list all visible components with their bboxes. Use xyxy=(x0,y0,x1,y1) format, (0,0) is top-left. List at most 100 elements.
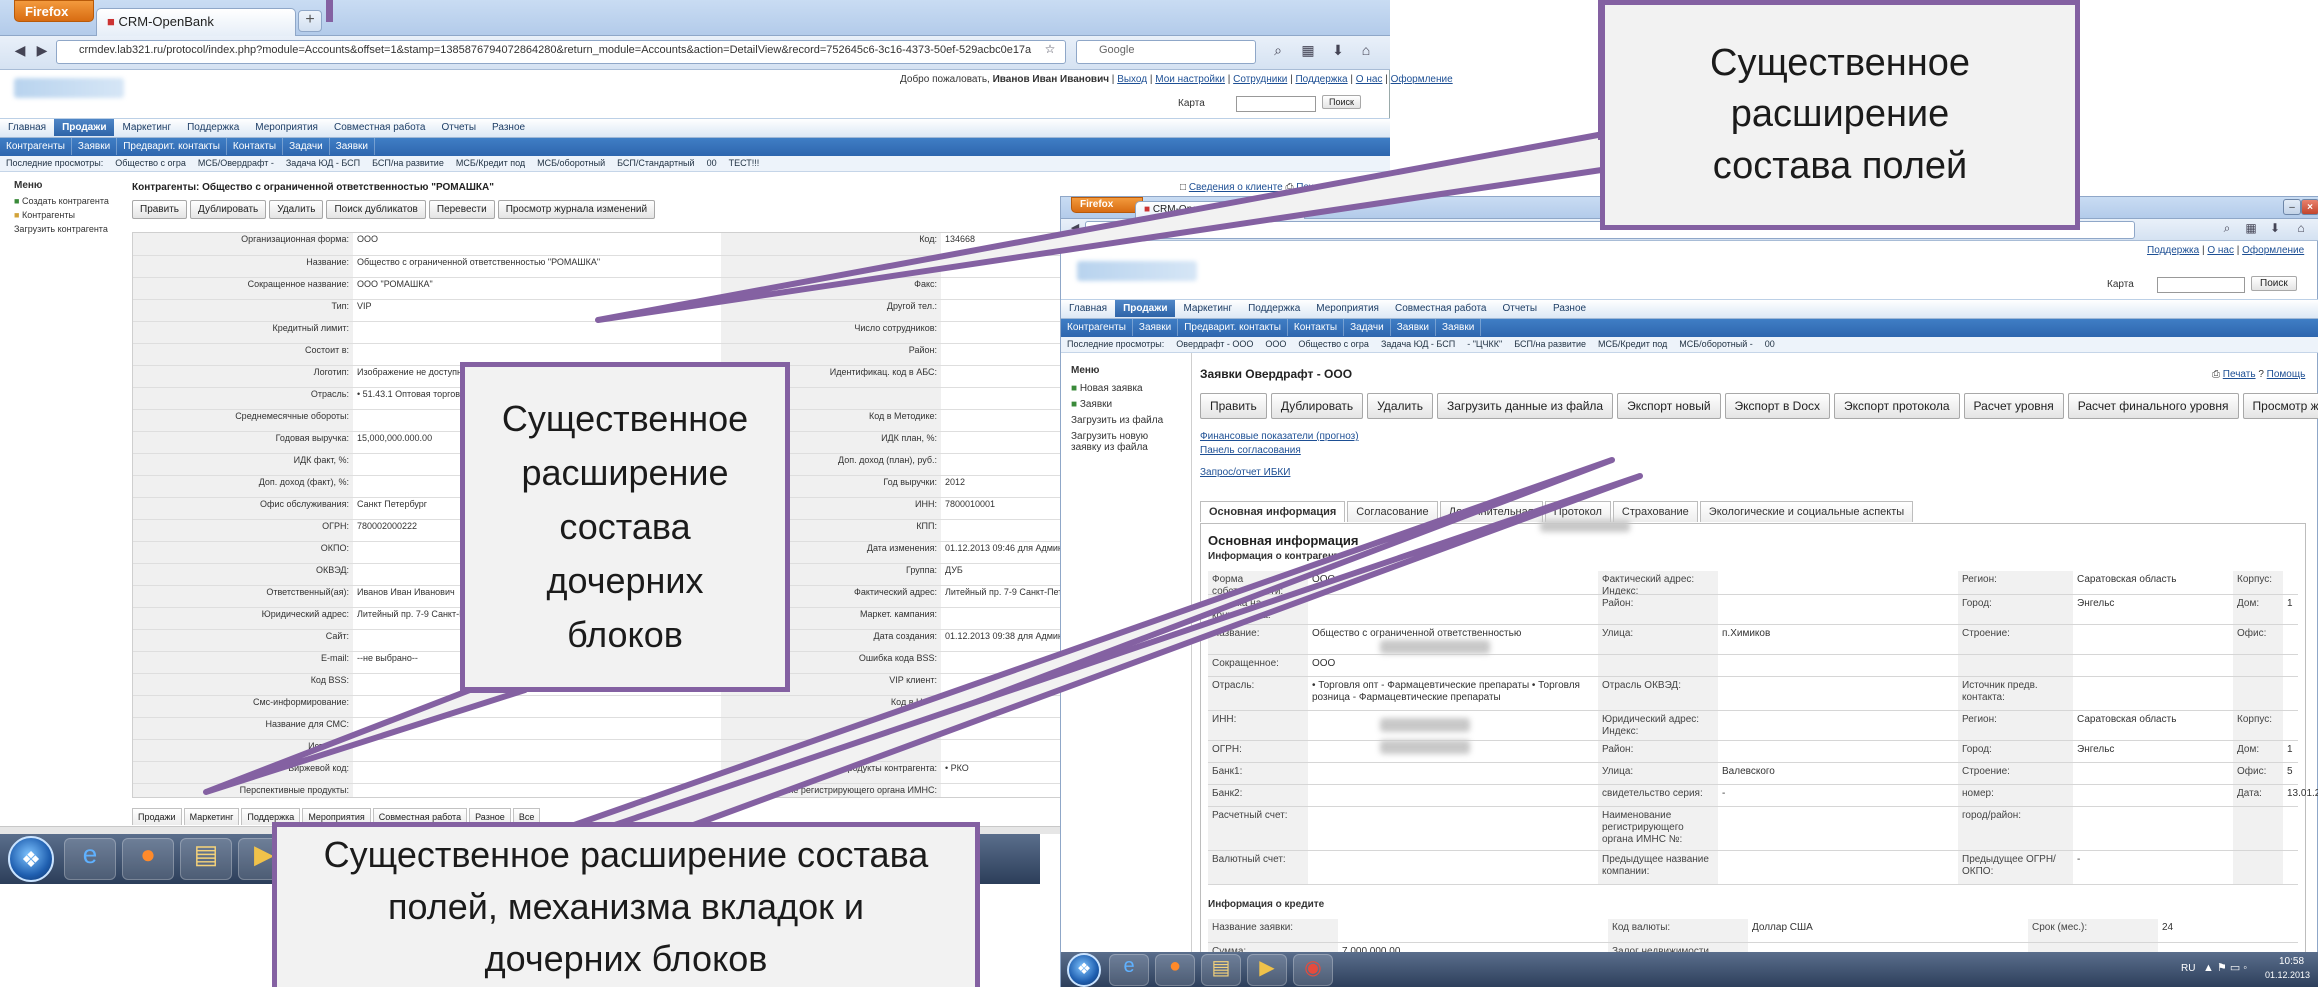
nav-events[interactable]: Мероприятия xyxy=(247,119,326,136)
subnav-contacts[interactable]: Контакты xyxy=(1288,319,1345,336)
download-icon[interactable]: ⬇ xyxy=(2267,221,2283,237)
global-search-input[interactable] xyxy=(1236,96,1316,112)
recent-item[interactable]: Задача ЮД - БСП xyxy=(280,156,366,170)
subnav-requests-2[interactable]: Заявки xyxy=(330,138,375,155)
recent-item[interactable]: Задача ЮД - БСП xyxy=(1375,337,1461,351)
support-link[interactable]: Поддержка xyxy=(1295,74,1347,85)
left-new-tab-button[interactable]: + xyxy=(298,10,322,32)
language-indicator[interactable]: RU xyxy=(2181,963,2195,974)
subnav-tasks[interactable]: Задачи xyxy=(283,138,330,155)
approval-panel-link[interactable]: Панель согласования xyxy=(1200,445,1301,456)
recent-item[interactable]: БСП/на развитие xyxy=(1508,337,1592,351)
windows-start-icon[interactable]: ❖ xyxy=(1067,953,1101,987)
export-new-button[interactable]: Экспорт новый xyxy=(1617,393,1721,419)
view-change-log-button[interactable]: Просмотр журнала изменений xyxy=(2242,393,2318,419)
nav-home[interactable]: Главная xyxy=(1061,300,1115,317)
subnav-accounts[interactable]: Контрагенты xyxy=(0,138,72,155)
home-icon[interactable]: ⌂ xyxy=(2293,221,2309,237)
recent-item[interactable]: ТЕСТ!!! xyxy=(723,156,766,170)
delete-button[interactable]: Удалить xyxy=(269,200,324,219)
recent-item[interactable]: ООО xyxy=(1259,337,1292,351)
nav-support[interactable]: Поддержка xyxy=(179,119,247,136)
nav-reports[interactable]: Отчеты xyxy=(433,119,484,136)
menu-new-request[interactable]: ■ Новая заявка xyxy=(1071,383,1143,394)
subnav-requests-2[interactable]: Заявки xyxy=(1391,319,1436,336)
back-icon[interactable]: ◀ xyxy=(10,42,30,62)
menu-create-account[interactable]: ■ Создать контрагента xyxy=(14,196,109,206)
nav-misc[interactable]: Разное xyxy=(484,119,533,136)
media-taskbar-icon[interactable]: ▶ xyxy=(1247,954,1287,986)
explorer-taskbar-icon[interactable]: ▤ xyxy=(1201,954,1241,986)
duplicate-button[interactable]: Дублировать xyxy=(1270,393,1364,419)
tab-insurance[interactable]: Страхование xyxy=(1612,501,1698,522)
ibki-report-link[interactable]: Запрос/отчет ИБКИ xyxy=(1200,467,1290,478)
chrome-taskbar-icon[interactable]: ◉ xyxy=(1293,954,1333,986)
global-search-input[interactable] xyxy=(2157,277,2245,293)
export-docx-button[interactable]: Экспорт в Docx xyxy=(1724,393,1831,419)
tab-protocol[interactable]: Протокол xyxy=(1544,501,1611,522)
nav-collaboration[interactable]: Совместная работа xyxy=(326,119,434,136)
home-icon[interactable]: ⌂ xyxy=(1356,42,1376,62)
calc-final-level-button[interactable]: Расчет финального уровня xyxy=(2067,393,2239,419)
recent-item[interactable]: 00 xyxy=(701,156,723,170)
convert-button[interactable]: Перевести xyxy=(428,200,495,219)
menu-accounts[interactable]: ■ Контрагенты xyxy=(14,210,75,220)
print-link[interactable]: Печать xyxy=(1296,182,1329,193)
windows-start-icon[interactable]: ❖ xyxy=(8,836,54,882)
nav-misc[interactable]: Разное xyxy=(1545,300,1594,317)
recent-item[interactable]: Общество с огра xyxy=(1292,337,1375,351)
edit-button[interactable]: Править xyxy=(1200,393,1267,419)
left-url-bar[interactable]: crmdev.lab321.ru/protocol/index.php?modu… xyxy=(56,40,1066,64)
nav-marketing[interactable]: Маркетинг xyxy=(114,119,179,136)
nav-collaboration[interactable]: Совместная работа xyxy=(1387,300,1495,317)
find-duplicates-button[interactable]: Поиск дубликатов xyxy=(326,200,426,219)
export-protocol-button[interactable]: Экспорт протокола xyxy=(1834,393,1960,419)
client-info-link[interactable]: Сведения о клиенте xyxy=(1189,182,1283,193)
theme-link[interactable]: Оформление xyxy=(2242,245,2304,256)
financial-indicators-link[interactable]: Финансовые показатели (прогноз) xyxy=(1200,431,1359,442)
minimize-button[interactable]: – xyxy=(2283,199,2301,215)
recent-item[interactable]: БСП/Стандартный xyxy=(611,156,700,170)
bottom-tab-marketing[interactable]: Маркетинг xyxy=(183,808,240,825)
nav-reports[interactable]: Отчеты xyxy=(1494,300,1545,317)
help-link[interactable]: Помощь xyxy=(2267,369,2306,380)
load-from-file-button[interactable]: Загрузить данные из файла xyxy=(1436,393,1614,419)
search-magnifier-icon[interactable]: ⌕ xyxy=(2219,221,2235,237)
nav-home[interactable]: Главная xyxy=(0,119,54,136)
subnav-contacts[interactable]: Контакты xyxy=(227,138,284,155)
subnav-requests[interactable]: Заявки xyxy=(1133,319,1179,336)
right-tab-crm[interactable]: ■ CRM-OpenBank xyxy=(1135,201,1305,219)
left-firefox-menu-button[interactable]: Firefox xyxy=(14,0,94,22)
back-icon[interactable]: ◀ xyxy=(1067,221,1083,237)
about-link[interactable]: О нас xyxy=(2207,245,2234,256)
tab-eco-social[interactable]: Экологические и социальные аспекты xyxy=(1699,501,1914,522)
menu-load-new-request[interactable]: Загрузить новую заявку из файла xyxy=(1071,431,1181,453)
theme-link[interactable]: Оформление xyxy=(1391,74,1453,85)
about-link[interactable]: О нас xyxy=(1356,74,1383,85)
tab-additional[interactable]: Дополнительная xyxy=(1439,501,1543,522)
global-search-button[interactable]: Поиск xyxy=(2251,276,2297,291)
firefox-taskbar-icon[interactable]: ● xyxy=(1155,954,1195,986)
print-link[interactable]: Печать xyxy=(2223,369,2256,380)
bookmarks-menu-icon[interactable]: ▦ xyxy=(2243,221,2259,237)
subnav-tasks[interactable]: Задачи xyxy=(1344,319,1391,336)
recent-item[interactable]: МСБ/оборотный xyxy=(531,156,611,170)
nav-support[interactable]: Поддержка xyxy=(1240,300,1308,317)
recent-item[interactable]: МСБ/Кредит под xyxy=(450,156,531,170)
explorer-taskbar-icon[interactable]: ▤ xyxy=(180,838,232,880)
subnav-prelim-contacts[interactable]: Предварит. контакты xyxy=(117,138,227,155)
left-search-box[interactable]: Google xyxy=(1076,40,1256,64)
employees-link[interactable]: Сотрудники xyxy=(1233,74,1287,85)
edit-button[interactable]: Править xyxy=(132,200,187,219)
bookmark-star-icon[interactable]: ☆ xyxy=(1040,42,1060,62)
recent-item[interactable]: БСП/на развитие xyxy=(366,156,450,170)
recent-item[interactable]: 00 xyxy=(1759,337,1781,351)
bottom-tab-sales[interactable]: Продажи xyxy=(132,808,182,825)
recent-item[interactable]: Общество с огра xyxy=(109,156,192,170)
recent-item[interactable]: МСБ/оборотный - xyxy=(1673,337,1758,351)
subnav-accounts[interactable]: Контрагенты xyxy=(1061,319,1133,336)
nav-sales[interactable]: Продажи xyxy=(1115,300,1176,317)
support-link[interactable]: Поддержка xyxy=(2147,245,2199,256)
global-search-button[interactable]: Поиск xyxy=(1322,95,1361,109)
menu-load-account[interactable]: Загрузить контрагента xyxy=(14,224,108,234)
